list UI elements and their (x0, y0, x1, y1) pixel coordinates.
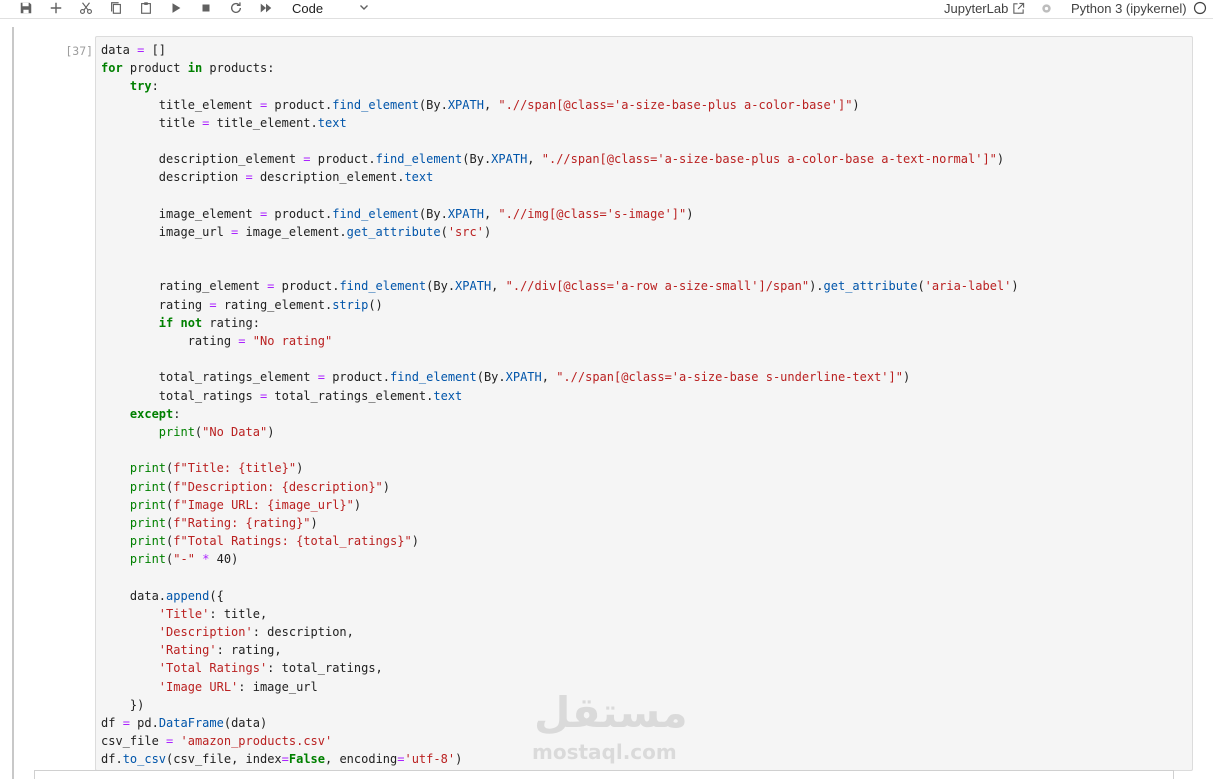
code-line: print(f"Rating: {rating}") (129, 515, 318, 530)
code-line: image_element = product.find_element(By.… (101, 206, 694, 221)
code-line: data = [] (101, 43, 167, 57)
kernel-name[interactable]: Python 3 (ipykernel) (1071, 0, 1207, 16)
next-cell[interactable] (34, 770, 1174, 779)
code-line: print(f"Total Ratings: {total_ratings}") (129, 534, 419, 549)
code-line: ​ (101, 259, 1019, 277)
code-line: except: (129, 406, 181, 421)
kernel-status-icon (1193, 1, 1206, 15)
code-line: print(f"Title: {title}") (129, 461, 304, 476)
cell-type-select[interactable]: Code (284, 0, 374, 16)
notebook-panel: [37]: data = [] for product in products: … (0, 20, 1213, 779)
code-line: print("No Data") (158, 424, 275, 439)
add-cell-icon[interactable] (44, 0, 68, 16)
code-line: print(f"Description: {description}") (129, 479, 391, 494)
stop-icon[interactable] (194, 0, 218, 16)
settings-icon[interactable] (1040, 0, 1053, 16)
code-line: description_element = product.find_eleme… (101, 152, 1005, 167)
code-line: }) (101, 697, 145, 712)
code-line: ​ (101, 350, 1019, 368)
jupyterlab-label: JupyterLab (944, 0, 1009, 16)
code-cell[interactable]: [37]: data = [] for product in products: … (12, 27, 1202, 779)
code-line: ​ (101, 568, 1019, 586)
code-line: image_url = image_element.get_attribute(… (101, 224, 492, 239)
code-line: total_ratings = total_ratings_element.te… (101, 388, 463, 403)
code-line: title = title_element.text (101, 115, 347, 130)
code-line: ​ (101, 241, 1019, 259)
code-line: ​ (101, 441, 1019, 459)
code-line: data.append({ (101, 588, 224, 603)
copy-icon[interactable] (104, 0, 128, 16)
code-line: print("-" * 40) (129, 552, 239, 567)
code-line: description = description_element.text (101, 170, 434, 185)
notebook-toolbar: Code JupyterLab Python 3 (ipykernel) (0, 0, 1213, 19)
code-line: csv_file = 'amazon_products.csv' (101, 734, 333, 749)
code-line: 'Description': description, (158, 625, 354, 639)
external-link-icon (1013, 2, 1025, 14)
fast-forward-icon[interactable] (254, 0, 278, 16)
code-line: print(f"Image URL: {image_url}") (129, 497, 362, 512)
code-line: 'Image URL': image_url (158, 679, 318, 694)
code-line: 'Total Ratings': total_ratings, (158, 661, 383, 676)
code-line: 'Title': title, (158, 606, 268, 621)
restart-icon[interactable] (224, 0, 248, 16)
chevron-down-icon (360, 5, 368, 10)
code-line: rating = "No rating" (101, 334, 333, 348)
code-line: df = pd.DataFrame(data) (101, 715, 268, 730)
jupyterlab-link[interactable]: JupyterLab (944, 0, 1025, 16)
code-line: try: (129, 79, 159, 94)
code-editor[interactable]: data = [] for product in products: try: t… (95, 36, 1193, 771)
code-line: total_ratings_element = product.find_ele… (101, 370, 911, 385)
paste-icon[interactable] (134, 0, 158, 16)
code-line: title_element = product.find_element(By.… (101, 97, 860, 112)
kernel-name-label: Python 3 (ipykernel) (1071, 0, 1187, 16)
code-line: rating_element = product.find_element(By… (101, 279, 1019, 294)
code-line: df.to_csv(csv_file, index=False, encodin… (101, 752, 463, 767)
code-line: 'Rating': rating, (158, 643, 282, 658)
code-line: for product in products: (101, 61, 275, 76)
cut-icon[interactable] (74, 0, 98, 16)
code-line: ​ (101, 187, 1019, 205)
execution-count: [37]: (65, 44, 100, 58)
code-line: ​ (101, 132, 1019, 150)
save-icon[interactable] (14, 0, 38, 16)
cell-type-label: Code (292, 0, 324, 16)
code-text: data = [] for product in products: try: t… (101, 41, 1019, 769)
run-icon[interactable] (164, 0, 188, 16)
code-line: rating = rating_element.strip() (101, 297, 383, 312)
code-line: if not rating: (158, 315, 260, 330)
